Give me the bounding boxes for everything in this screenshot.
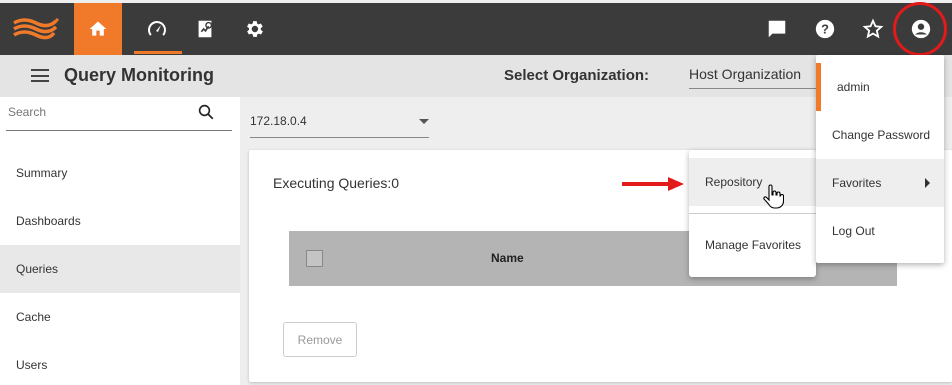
chat-icon [768, 20, 786, 38]
reports-nav-button[interactable] [193, 17, 217, 41]
hand-cursor-icon [763, 184, 784, 209]
report-icon [198, 20, 213, 38]
favorites-item-manage[interactable]: Manage Favorites [689, 221, 816, 269]
select-all-checkbox[interactable] [306, 250, 323, 267]
remove-button[interactable]: Remove [283, 322, 357, 357]
home-button[interactable] [74, 3, 122, 55]
page-header: Query Monitoring Select Organization: Ho… [0, 55, 952, 97]
organization-label: Select Organization: [504, 67, 650, 84]
sidebar: Search Summary Dashboards Queries Cache … [0, 97, 240, 385]
sidebar-item-dashboards[interactable]: Dashboards [0, 197, 240, 245]
user-button-highlight [893, 2, 947, 56]
user-menu-log-out[interactable]: Log Out [816, 207, 944, 255]
speedometer-icon [148, 20, 167, 36]
sidebar-item-summary[interactable]: Summary [0, 149, 240, 197]
star-icon [862, 18, 884, 39]
home-icon [89, 21, 107, 36]
search-input[interactable]: Search [8, 105, 46, 119]
top-bar: ? [0, 3, 952, 55]
user-menu: admin Change Password Favorites Log Out [816, 55, 944, 263]
favorites-button[interactable] [861, 17, 885, 41]
column-header-name[interactable]: Name [491, 251, 524, 265]
active-nav-indicator [134, 51, 182, 54]
annotation-arrow-icon [622, 177, 684, 191]
gear-icon [247, 21, 263, 37]
page-title: Query Monitoring [64, 65, 214, 85]
hamburger-menu-icon[interactable] [31, 69, 49, 82]
sidebar-item-users[interactable]: Users [0, 341, 240, 385]
search-icon[interactable] [197, 103, 215, 121]
user-menu-username: admin [837, 80, 870, 94]
user-menu-favorites-label: Favorites [832, 176, 882, 190]
chevron-right-icon [925, 178, 930, 188]
menu-divider [689, 213, 816, 214]
sidebar-item-cache[interactable]: Cache [0, 293, 240, 341]
organization-select-underline [689, 88, 819, 89]
organization-select[interactable]: Host Organization [689, 66, 801, 82]
executing-queries-label: Executing Queries:0 [273, 175, 400, 191]
settings-nav-button[interactable] [242, 17, 266, 41]
user-menu-change-password[interactable]: Change Password [816, 111, 944, 159]
search-underline [6, 130, 232, 131]
chevron-down-icon[interactable] [419, 119, 429, 124]
server-select-underline [250, 137, 429, 138]
help-button[interactable]: ? [813, 17, 837, 41]
sidebar-item-queries[interactable]: Queries [0, 245, 240, 293]
svg-text:?: ? [821, 22, 829, 37]
brand-logo-icon[interactable] [10, 15, 60, 43]
user-menu-favorites[interactable]: Favorites [816, 159, 944, 207]
monitoring-nav-button[interactable] [145, 17, 169, 41]
help-icon: ? [815, 19, 835, 39]
favorites-submenu: Repository Manage Favorites [689, 150, 816, 277]
chat-button[interactable] [765, 17, 789, 41]
server-select[interactable]: 172.18.0.4 [250, 114, 307, 128]
favorites-item-repository[interactable]: Repository [689, 158, 816, 206]
